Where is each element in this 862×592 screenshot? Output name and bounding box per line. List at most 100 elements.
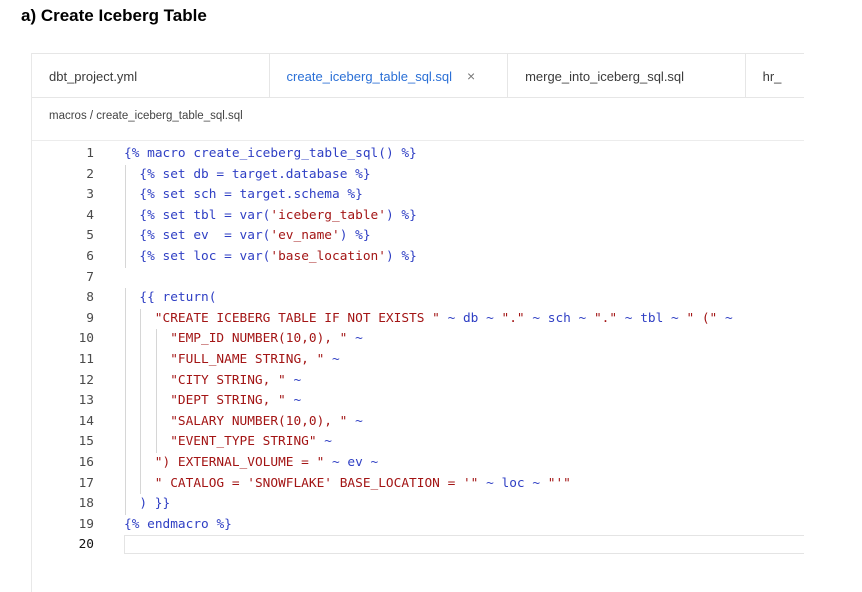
string-token: "DEPT STRING, " xyxy=(170,393,286,409)
string-token: "." xyxy=(501,310,525,326)
line-number: 5 xyxy=(86,228,94,244)
code-editor: dbt_project.yml create_iceberg_table_sql… xyxy=(31,53,804,592)
code-line[interactable]: 5 {% set ev = var('ev_name') %} xyxy=(32,226,804,247)
code-line[interactable]: 6 {% set loc = var('base_location') %} xyxy=(32,246,804,268)
code-line[interactable]: 3 {% set sch = target.schema %} xyxy=(32,185,804,206)
code-token: {% set ev = var( xyxy=(139,228,271,244)
indent-guide xyxy=(125,391,126,412)
tab-dbt-project[interactable]: dbt_project.yml xyxy=(32,54,270,97)
indent-guide xyxy=(125,246,126,268)
code-token: ~ xyxy=(316,434,332,450)
indent-guide xyxy=(125,164,126,186)
line-number: 18 xyxy=(78,496,94,512)
code-token: ~ tbl ~ xyxy=(617,310,687,326)
indent-guide xyxy=(125,473,126,495)
indent-guide xyxy=(125,226,126,247)
code-line[interactable]: 14 "SALARY NUMBER(10,0), " ~ xyxy=(32,411,804,433)
indent-guide xyxy=(155,391,157,412)
string-token: " (" xyxy=(686,310,718,326)
tab-label: create_iceberg_table_sql.sql xyxy=(286,68,453,84)
indent-guide xyxy=(125,329,126,350)
line-number: 1 xyxy=(86,146,94,161)
line-number: 3 xyxy=(86,187,94,203)
line-number: 12 xyxy=(78,372,94,388)
code-line[interactable]: 2 {% set db = target.database %} xyxy=(32,164,804,186)
code-line[interactable]: 17 " CATALOG = 'SNOWFLAKE' BASE_LOCATION … xyxy=(32,473,804,495)
code-token: {% set loc = var( xyxy=(139,248,271,264)
code-text: "DEPT STRING, " ~ xyxy=(170,391,301,412)
code-token: ) %} xyxy=(339,228,371,244)
code-token: ~ xyxy=(347,413,363,429)
string-token: 'iceberg_table' xyxy=(270,207,386,223)
line-number: 6 xyxy=(86,248,94,264)
code-line[interactable]: 7 xyxy=(32,268,804,289)
line-number: 4 xyxy=(86,207,94,223)
indent-guide xyxy=(125,288,126,309)
close-icon[interactable]: × xyxy=(467,69,475,83)
code-line[interactable]: 13 "DEPT STRING, " ~ xyxy=(32,391,804,412)
code-text: "EVENT_TYPE STRING" ~ xyxy=(170,432,332,453)
line-number: 10 xyxy=(78,331,94,347)
code-token: {% set db = target.database %} xyxy=(139,166,371,182)
code-token: ~ loc ~ xyxy=(478,475,548,491)
code-line[interactable]: 8 {{ return( xyxy=(32,288,804,309)
code-token: ~ db ~ xyxy=(439,310,502,326)
code-token: ~ xyxy=(347,331,363,347)
indent-guide xyxy=(155,411,157,433)
code-line[interactable]: 20 xyxy=(32,535,804,556)
tab-label: merge_into_iceberg_sql.sql xyxy=(525,68,685,84)
code-text: ) }} xyxy=(139,494,170,515)
line-number: 14 xyxy=(78,413,94,429)
indent-guide xyxy=(125,452,126,474)
code-line[interactable]: 4 {% set tbl = var('iceberg_table') %} xyxy=(32,205,804,227)
code-token: ) }} xyxy=(139,496,171,512)
indent-guide xyxy=(140,432,142,453)
code-token: ~ xyxy=(285,372,302,388)
code-line[interactable]: 19 {% endmacro %} xyxy=(32,515,804,536)
figure-title: a) Create Iceberg Table xyxy=(21,6,207,25)
line-number: 17 xyxy=(78,475,94,491)
code-line[interactable]: 18 ) }} xyxy=(32,494,804,515)
tab-bar: dbt_project.yml create_iceberg_table_sql… xyxy=(32,53,804,98)
indent-guide xyxy=(125,494,126,515)
code-line[interactable]: 1 {% macro create_iceberg_table_sql() %} xyxy=(32,144,804,165)
indent-guide xyxy=(125,349,126,371)
code-text: "CREATE ICEBERG TABLE IF NOT EXISTS " ~ … xyxy=(155,309,733,330)
indent-guide xyxy=(140,308,142,330)
code-text: "SALARY NUMBER(10,0), " ~ xyxy=(170,412,363,433)
code-line[interactable]: 16 ") EXTERNAL_VOLUME = " ~ ev ~ xyxy=(32,452,804,474)
tab-label: dbt_project.yml xyxy=(49,68,138,84)
code-line[interactable]: 15 "EVENT_TYPE STRING" ~ xyxy=(32,432,804,453)
indent-guide xyxy=(140,370,142,392)
code-text: " CATALOG = 'SNOWFLAKE' BASE_LOCATION = … xyxy=(155,474,571,495)
code-token: {{ return( xyxy=(139,290,217,306)
code-token: ~ ev ~ xyxy=(324,454,379,470)
line-number: 19 xyxy=(78,516,94,532)
code-token: ~ sch ~ xyxy=(524,310,594,326)
string-token: 'base_location' xyxy=(270,248,386,264)
code-text: {% endmacro %} xyxy=(124,515,232,536)
code-token: ~ xyxy=(717,310,733,326)
indent-guide xyxy=(140,329,142,350)
tab-merge-into-iceberg-sql[interactable]: merge_into_iceberg_sql.sql xyxy=(508,54,746,97)
code-text: {{ return( xyxy=(139,288,216,309)
breadcrumb[interactable]: macros / create_iceberg_table_sql.sql xyxy=(49,110,243,122)
line-number: 7 xyxy=(86,269,94,285)
code-line[interactable]: 9 "CREATE ICEBERG TABLE IF NOT EXISTS " ~… xyxy=(32,308,804,330)
indent-guide xyxy=(155,349,157,371)
indent-guide xyxy=(125,370,126,392)
code-line[interactable]: 10 "EMP_ID NUMBER(10,0), " ~ xyxy=(32,329,804,350)
indent-guide xyxy=(125,432,126,453)
code-text: {% set db = target.database %} xyxy=(139,165,370,186)
string-token: "SALARY NUMBER(10,0), " xyxy=(170,413,348,429)
code-text: "EMP_ID NUMBER(10,0), " ~ xyxy=(170,329,363,350)
code-text: {% macro create_iceberg_table_sql() %} xyxy=(124,144,417,165)
tab-hr[interactable]: hr_ xyxy=(746,54,804,97)
code-area[interactable]: 1 {% macro create_iceberg_table_sql() %} 2… xyxy=(32,141,804,556)
code-token: {% set tbl = var( xyxy=(139,207,271,223)
code-line[interactable]: 11 "FULL_NAME STRING, " ~ xyxy=(32,349,804,371)
line-number: 20 xyxy=(78,537,94,553)
code-line[interactable]: 12 "CITY STRING, " ~ xyxy=(32,370,804,392)
string-token: "FULL_NAME STRING, " xyxy=(170,351,325,367)
tab-create-iceberg-table-sql[interactable]: create_iceberg_table_sql.sql × xyxy=(269,54,509,97)
